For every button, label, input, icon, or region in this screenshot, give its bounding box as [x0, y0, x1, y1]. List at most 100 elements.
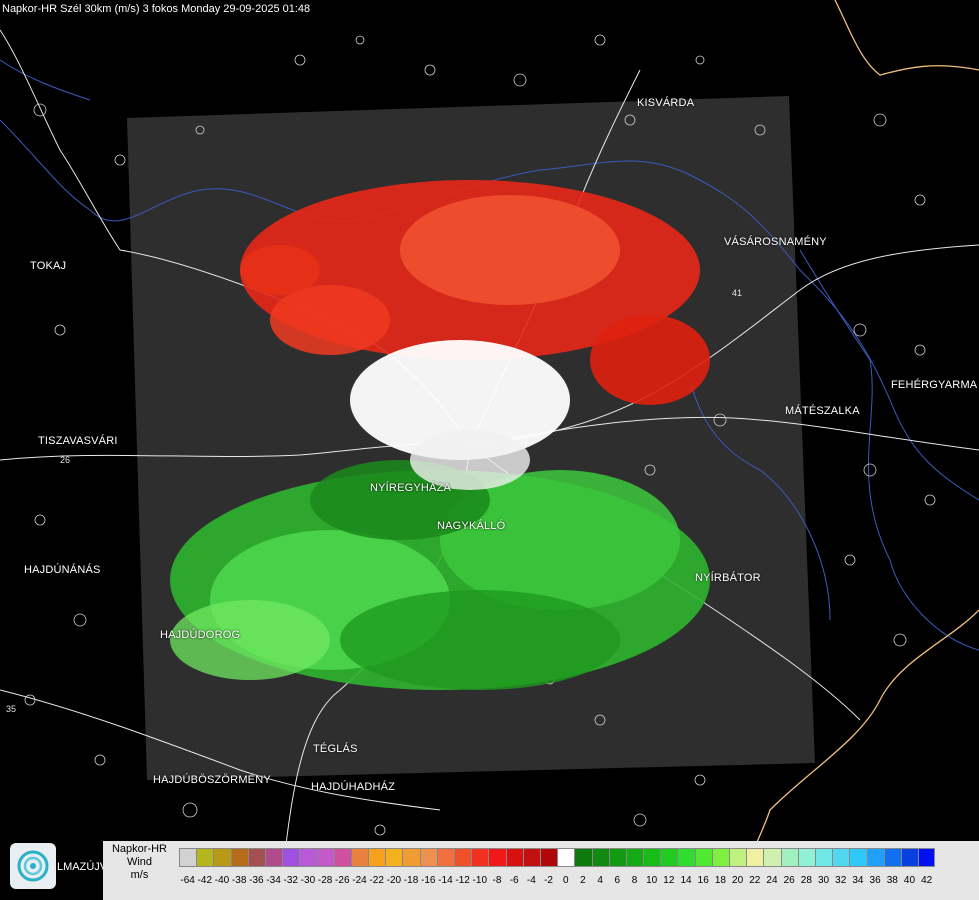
city-label-hajdudorog: HAJDÚDOROG [160, 629, 241, 641]
legend-swatch [436, 848, 454, 867]
legend-swatch [316, 848, 334, 867]
legend-tick: 42 [921, 875, 933, 886]
radar-map: 26 41 35 [0, 0, 979, 900]
legend-swatch [282, 848, 300, 867]
legend-tick: 18 [714, 875, 726, 886]
legend-swatch [264, 848, 283, 867]
legend-swatch [849, 848, 867, 867]
city-label-hajduboszormeny: HAJDÚBÖSZÖRMÉNY [153, 774, 271, 786]
legend-swatch [557, 848, 575, 867]
legend-swatch [625, 848, 644, 867]
legend-tick: 12 [663, 875, 675, 886]
legend-tick: 16 [697, 875, 709, 886]
city-label-mateszalka: MÁTÉSZALKA [785, 405, 860, 417]
legend-tick: 14 [680, 875, 692, 886]
legend-tick: -6 [509, 875, 519, 886]
city-label-kisvarda: KISVÁRDA [637, 97, 695, 109]
legend-tick: 8 [631, 875, 638, 886]
legend-tick: -10 [472, 875, 487, 886]
legend-tick: -14 [438, 875, 453, 886]
legend-tick: 2 [580, 875, 586, 886]
wind-legend: Napkor-HR Wind m/s -64 -42 -40 -38 -36 -34 -32… [103, 841, 979, 900]
legend-tick: -16 [420, 875, 436, 886]
legend-swatch [213, 848, 231, 867]
legend-swatch [230, 848, 248, 867]
legend-tick: -26 [335, 875, 350, 886]
city-label-nyirbator: NYÍRBÁTOR [695, 572, 761, 584]
legend-swatch [488, 848, 506, 867]
legend-tick: 34 [852, 875, 864, 886]
legend-tick: 10 [646, 875, 658, 886]
legend-tick: 24 [766, 875, 778, 886]
legend-tick: 0 [562, 875, 569, 886]
legend-swatch [419, 848, 437, 867]
legend-tick: -38 [231, 875, 247, 886]
legend-tick: -18 [403, 875, 419, 886]
legend-swatch [299, 848, 317, 867]
legend-tick: -4 [526, 875, 536, 886]
legend-tick: -42 [197, 875, 212, 886]
map-title: Napkor-HR Szél 30km (m/s) 3 fokos Monday… [2, 3, 311, 15]
city-label-vasarosnameny: VÁSÁROSNAMÉNY [724, 236, 827, 248]
legend-swatch [763, 848, 781, 867]
legend-tick: 6 [614, 875, 621, 886]
legend-tick: -36 [249, 875, 264, 886]
legend-variable: Wind [126, 856, 153, 868]
legend-swatch [368, 848, 386, 867]
legend-tick-labels: -64 -42 -40 -38 -36 -34 -32 -30 -28 -26 -24 -22 -20-… [179, 875, 935, 886]
legend-tick: -34 [266, 875, 281, 886]
city-label-fehergyarmat: FEHÉRGYARMA [891, 379, 978, 391]
legend-swatch [247, 848, 265, 867]
city-label-tokaj: TOKAJ [30, 260, 67, 272]
legend-swatch [643, 848, 661, 867]
city-label-nagykallo: NAGYKÁLLÓ [437, 520, 506, 532]
road-number-label: 26 [60, 455, 70, 465]
legend-tick: 4 [597, 875, 603, 886]
legend-tick: -20 [386, 875, 402, 886]
city-label-hajdunanas: HAJDÚNÁNÁS [24, 564, 101, 576]
legend-swatch [918, 848, 936, 867]
legend-label: Napkor-HR Wind m/s [103, 843, 176, 882]
legend-swatch [333, 848, 351, 867]
legend-swatch [900, 848, 919, 867]
legend-tick: 36 [869, 875, 881, 886]
legend-tick: 20 [732, 875, 744, 886]
legend-color-scale [179, 848, 936, 867]
legend-tick: 28 [800, 875, 812, 886]
legend-swatch [677, 848, 695, 867]
legend-tick: 40 [903, 875, 916, 886]
legend-swatch [454, 848, 472, 867]
legend-tick: 22 [749, 875, 761, 886]
legend-swatch [711, 848, 729, 867]
legend-swatch [814, 848, 833, 867]
legend-swatch [539, 848, 558, 867]
legend-tick: 26 [783, 875, 795, 886]
city-label-teglas: TÉGLÁS [313, 743, 358, 755]
city-label-tiszavasvari: TISZAVASVÁRI [38, 435, 118, 447]
legend-tick: 30 [817, 875, 830, 886]
legend-swatch [591, 848, 609, 867]
legend-unit: m/s [130, 869, 149, 881]
legend-tick: -24 [352, 875, 367, 886]
legend-tick: -12 [455, 875, 470, 886]
legend-tick: -40 [214, 875, 230, 886]
legend-swatch [866, 848, 884, 867]
legend-swatch [179, 848, 197, 867]
legend-swatch [832, 848, 850, 867]
legend-swatch [660, 848, 678, 867]
legend-tick: -22 [369, 875, 384, 886]
road-number-label: 41 [732, 288, 742, 298]
legend-swatch [350, 848, 369, 867]
city-label-hajduhadhaz: HAJDÚHADHÁZ [311, 781, 396, 793]
city-label-nyiregyhaza: NYÍREGYHÁZA [370, 482, 452, 494]
legend-swatch [797, 848, 815, 867]
legend-source: Napkor-HR [111, 843, 167, 855]
legend-swatch [574, 848, 592, 867]
legend-tick: -30 [300, 875, 316, 886]
legend-tick: -8 [492, 875, 502, 886]
legend-swatch [385, 848, 403, 867]
legend-swatch [694, 848, 712, 867]
legend-tick: -2 [544, 875, 553, 886]
legend-tick: -64 [180, 875, 195, 886]
legend-swatch [471, 848, 489, 867]
